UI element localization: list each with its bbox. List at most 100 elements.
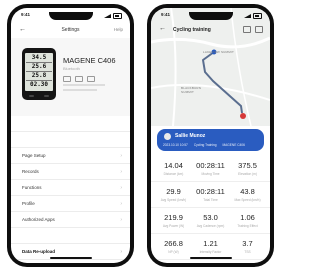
right-phone-screen: LAKEVIEW SUMMIT BLACKBURN SUMMIT 9:41 ← … [151,8,270,263]
home-indicator [189,257,232,259]
stat-item: 266.8 NP (W) [155,234,192,259]
stat-label: Moving Time [201,172,220,176]
battery-icon [113,13,122,19]
stat-label: TSS [244,250,251,254]
device-card[interactable]: 34.5 25.6 25.8 02.30 MAGENE C406 Bluetoo… [11,38,130,116]
stats-row: 219.9 Avg Power (W) 53.0 Avg Cadence (rpm)… [151,208,270,234]
route-end-marker [240,113,246,119]
status-bar: 9:41 [161,12,262,20]
device-info-placeholder [63,84,105,94]
map-road [151,36,270,49]
stat-item: 29.9 Avg Speed (km/h) [155,182,192,207]
display-value: 25.6 [31,63,47,70]
stat-value: 1.06 [240,213,255,222]
battery-level-icon [75,76,83,82]
status-icons [104,12,122,20]
display-value: 25.8 [31,72,47,79]
settings-menu: Page Setup › Records › Functions › Profile ›… [11,116,130,260]
stat-value: 219.9 [164,213,183,222]
more-icon[interactable] [255,26,263,33]
stat-label: NP (W) [168,250,179,254]
menu-item-label: Profile [22,201,35,206]
left-phone-screen: 9:41 ← Settings Help 34.5 25.6 25.8 02.3… [11,8,130,263]
menu-item-page-setup[interactable]: Page Setup › [11,148,130,164]
page-title: Settings [61,27,80,33]
device-name: MAGENE C406 [63,56,116,65]
bluetooth-icon [63,76,71,82]
stat-value: 00:28:11 [196,161,225,170]
stat-label: Avg Power (W) [162,224,185,228]
firmware-icon [87,76,95,82]
stat-label: Avg Speed (km/h) [160,198,187,202]
signal-icon [104,14,111,18]
stat-label: Total Time [203,198,218,202]
menu-item-records[interactable]: Records › [11,164,130,180]
chevron-right-icon: › [120,201,122,207]
activity-summary-card[interactable]: Sallie Munoz 2023.10.10 10:57 Cycling Tr… [157,129,264,151]
chevron-right-icon: › [120,169,122,175]
route-line [202,51,243,114]
stat-value: 29.9 [166,187,181,196]
stat-label: Intensity Factor [199,250,222,254]
stat-item: 00:28:11 Total Time [192,182,229,207]
stat-item: 375.5 Elevation (m) [229,156,266,181]
device-subtitle: Bluetooth [63,66,80,71]
activity-type: Cycling Training [193,143,217,147]
chevron-right-icon: › [120,249,122,255]
chevron-right-icon: › [120,217,122,223]
stat-value: 375.5 [238,161,257,170]
stat-item: 00:28:11 Moving Time [192,156,229,181]
device-button [44,95,49,97]
stat-label: Elevation (m) [238,172,257,176]
help-button[interactable]: Help [114,27,123,32]
status-icons [244,12,262,20]
menu-item-label: Authorized Apps [22,217,55,222]
activity-date: 2023.10.10 10:57 [163,143,188,147]
stat-item: 43.8 Max Speed (km/h) [229,182,266,207]
map-tools [243,26,263,33]
stat-label: Avg Cadence (rpm) [196,224,225,228]
stat-item: 53.0 Avg Cadence (rpm) [192,208,229,233]
device-button [29,95,34,97]
menu-item-profile[interactable]: Profile › [11,196,130,212]
avatar [164,133,171,140]
stat-item: 14.04 Distance (km) [155,156,192,181]
right-phone: LAKEVIEW SUMMIT BLACKBURN SUMMIT 9:41 ← … [147,4,274,267]
menu-item-label: Functions [22,185,42,190]
stats-row: 29.9 Avg Speed (km/h) 00:28:11 Total Time … [151,182,270,208]
signal-icon [244,14,251,18]
left-phone: 9:41 ← Settings Help 34.5 25.6 25.8 02.3… [7,4,134,267]
share-icon[interactable] [243,26,251,33]
display-value: 34.5 [31,54,47,61]
menu-item-authorized-apps[interactable]: Authorized Apps › [11,212,130,228]
status-bar: 9:41 [21,12,122,20]
page-title: Cycling training [173,27,211,33]
stat-value: 266.8 [164,239,183,248]
map-header: ← Cycling training [151,24,270,36]
stats-row: 14.04 Distance (km) 00:28:11 Moving Time 3… [151,156,270,182]
menu-item-label: Data Re-upload [22,249,56,254]
stat-value: 43.8 [240,187,255,196]
display-value: 02.30 [29,81,49,88]
stat-item: 3.7 TSS [229,234,266,259]
nav-bar: ← Settings Help [11,24,130,36]
activity-meta: 2023.10.10 10:57 Cycling Training MAGENE… [163,143,245,147]
stat-value: 3.7 [242,239,253,248]
menu-item-functions[interactable]: Functions › [11,180,130,196]
stat-label: Training Effect [237,224,258,228]
back-arrow-icon[interactable]: ← [159,25,166,32]
menu-item-label: Records [22,169,39,174]
stat-label: Distance (km) [163,172,184,176]
stat-label: Max Speed (km/h) [234,198,261,202]
status-time: 9:41 [21,12,31,17]
athlete-name: Sallie Munoz [175,133,206,139]
device-icons [63,76,95,82]
bike-computer-image: 34.5 25.6 25.8 02.30 [22,48,56,100]
map-place-label: BLACKBURN SUMMIT [181,86,202,94]
stat-value: 14.04 [164,161,183,170]
stat-value: 1.21 [203,239,218,248]
menu-item-label: Page Setup [22,153,46,158]
chevron-right-icon: › [120,153,122,159]
stats-grid: 14.04 Distance (km) 00:28:11 Moving Time 3… [151,156,270,260]
home-indicator [49,257,92,259]
